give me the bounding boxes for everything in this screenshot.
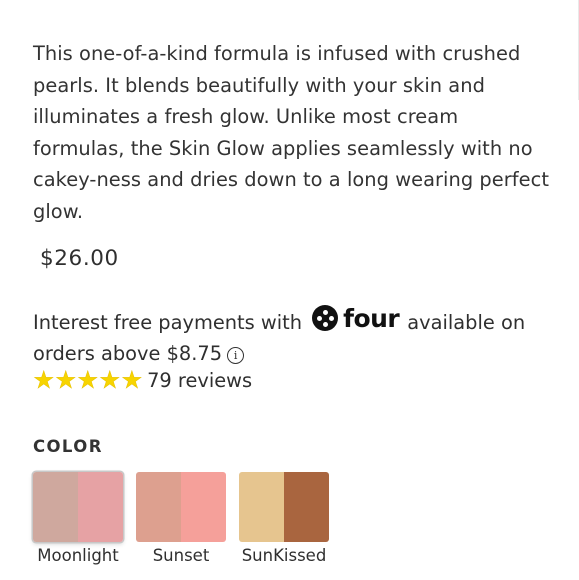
swatch-sunkissed-right [284,472,329,542]
swatch-label-moonlight[interactable]: Moonlight [23,546,133,565]
installment-payments-info: Interest free payments with four available… [33,305,563,369]
four-brand-text: four [343,303,400,333]
payments-prefix: Interest free payments with [33,311,303,334]
swatch-moonlight-left [33,472,78,542]
swatch-sunset-left [136,472,181,542]
product-description: This one-of-a-kind formula is infused wi… [33,42,549,223]
product-price: $26.00 [40,246,119,271]
four-logo[interactable]: four [312,303,400,333]
four-logo-icon [312,305,339,331]
star-icon: ★ [33,366,55,394]
star-icon: ★ [99,366,121,394]
swatch-sunset-right [181,472,226,542]
payments-line-2: orders above $8.75 i [33,338,563,369]
rating-summary[interactable]: ★★★★★ 79 reviews [33,368,252,393]
star-icon: ★ [121,366,143,394]
swatch-sunkissed[interactable] [239,472,329,542]
swatch-sunset[interactable] [136,472,226,542]
star-icon: ★ [55,366,77,394]
payments-line-1: Interest free payments with four available… [33,305,563,338]
star-rating: ★★★★★ [33,368,143,393]
payments-threshold: orders above $8.75 [33,342,223,365]
swatch-moonlight[interactable] [33,472,123,542]
payments-suffix: available on [407,311,526,334]
swatch-sunkissed-left [239,472,284,542]
star-icon: ★ [77,366,99,394]
reviews-count-link[interactable]: 79 reviews [147,369,252,392]
color-option-label: COLOR [33,437,103,456]
swatch-label-sunkissed[interactable]: SunKissed [229,546,339,565]
swatch-label-sunset[interactable]: Sunset [126,546,236,565]
info-icon[interactable]: i [227,347,245,364]
swatch-moonlight-right [78,472,123,542]
